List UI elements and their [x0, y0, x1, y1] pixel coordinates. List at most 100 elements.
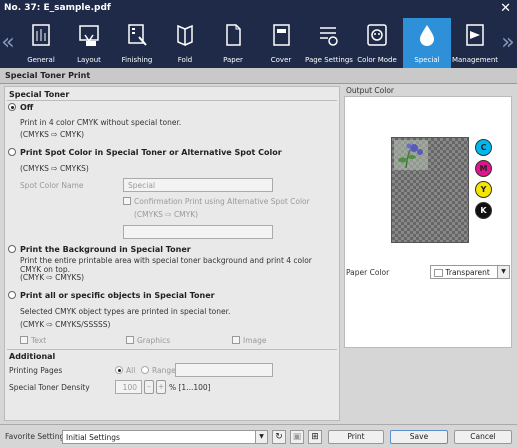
paper-color-select[interactable]: Transparent ▼: [430, 265, 510, 279]
off-label: Off: [20, 103, 34, 112]
tab-page-settings[interactable]: Page Settings: [305, 18, 353, 68]
fold-icon: [177, 24, 193, 47]
tab-label: Page Settings: [305, 56, 353, 64]
tab-label: Paper: [223, 56, 243, 64]
output-preview: C M Y K: [344, 96, 512, 348]
off-description: Print in 4 color CMYK without special to…: [20, 118, 182, 127]
chevron-down-icon: ▼: [497, 266, 509, 278]
text-checkbox[interactable]: [20, 336, 28, 344]
special-toner-heading: Special Toner: [9, 90, 70, 99]
manage-favorites-icon[interactable]: ⊞: [308, 430, 322, 444]
tab-label: Cover: [270, 56, 292, 64]
additional-heading: Additional: [9, 352, 56, 361]
tab-label: Management: [451, 56, 499, 64]
text-checkbox-label: Text: [31, 336, 47, 345]
tab-general[interactable]: General: [17, 18, 65, 68]
image-checkbox[interactable]: [232, 336, 240, 344]
favorite-setting-select[interactable]: Initial Settings ▼: [62, 430, 268, 444]
tab-label: Special: [414, 56, 440, 64]
spot-color-name-label: Spot Color Name: [20, 181, 84, 190]
paper-preview: [391, 137, 469, 243]
window-title: No. 37: E_sample.pdf: [4, 3, 111, 13]
tab-cover[interactable]: Cover: [257, 18, 305, 68]
density-field[interactable]: 100: [115, 380, 142, 394]
objects-conversion: (CMYK ⇨ CMYKS/SSSSS): [20, 320, 111, 329]
management-icon: [466, 24, 484, 46]
confirmation-print-label: Confirmation Print using Alternative Spo…: [134, 197, 310, 206]
scroll-right-icon[interactable]: »: [500, 28, 516, 58]
tab-label: Layout: [77, 56, 101, 64]
graphics-checkbox[interactable]: [126, 336, 134, 344]
tab-label: Fold: [177, 56, 193, 64]
background-radio[interactable]: [8, 245, 16, 253]
flower-image: [394, 140, 428, 170]
density-minus-button[interactable]: –: [144, 380, 154, 394]
tab-fold[interactable]: Fold: [161, 18, 209, 68]
paper-color-label: Paper Color: [346, 268, 390, 277]
yellow-swatch: Y: [475, 181, 492, 198]
tab-label: Finishing: [121, 56, 153, 64]
spot-color-name-field[interactable]: Special: [123, 178, 273, 192]
save-button[interactable]: Save: [390, 430, 448, 444]
all-pages-radio[interactable]: [115, 366, 123, 374]
confirmation-print-checkbox[interactable]: [123, 197, 131, 205]
layout-icon: [79, 25, 99, 46]
magenta-swatch: M: [475, 160, 492, 177]
range-label: Range: [152, 366, 176, 375]
close-icon[interactable]: ✕: [500, 1, 511, 16]
output-preview-panel: Output Color C M Y K Paper Color Transpa…: [344, 86, 514, 421]
scroll-left-icon[interactable]: «: [0, 28, 16, 58]
tab-finishing[interactable]: Finishing: [113, 18, 161, 68]
page-settings-icon: [320, 27, 338, 46]
special-toner-panel: Special Toner Off Print in 4 color CMYK …: [4, 86, 340, 421]
chevron-down-icon: ▼: [255, 431, 267, 443]
spot-conversion: (CMYKS ⇨ CMYKS): [20, 164, 89, 173]
special-drop-icon: [420, 25, 434, 46]
objects-description: Selected CMYK object types are printed i…: [20, 307, 231, 316]
background-conversion: (CMYK ⇨ CMYKS): [20, 273, 85, 282]
alternative-spot-color-field[interactable]: [123, 225, 273, 239]
cover-icon: [273, 24, 290, 46]
divider: [7, 349, 337, 350]
paper-color-value: Transparent: [445, 268, 490, 277]
print-button[interactable]: Print: [328, 430, 384, 444]
save-favorite-icon[interactable]: ▣: [290, 430, 304, 444]
page-range-field[interactable]: [175, 363, 273, 377]
tab-management[interactable]: Management: [451, 18, 499, 68]
bottom-bar: Favorite Setting Initial Settings ▼ ↻ ▣ …: [0, 424, 517, 448]
output-color-label: Output Color: [346, 86, 395, 95]
favorite-setting-value: Initial Settings: [66, 433, 120, 442]
range-radio[interactable]: [141, 366, 149, 374]
confirmation-conversion: (CMYKS ⇨ CMYK): [134, 210, 199, 219]
image-checkbox-label: Image: [243, 336, 267, 345]
paper-icon: [226, 24, 241, 46]
spot-color-radio[interactable]: [8, 148, 16, 156]
tab-layout[interactable]: Layout: [65, 18, 113, 68]
tab-special[interactable]: Special: [403, 18, 451, 68]
tab-color-mode[interactable]: Color Mode: [353, 18, 401, 68]
density-plus-button[interactable]: +: [156, 380, 166, 394]
color-mode-icon: [367, 24, 387, 46]
black-swatch: K: [475, 202, 492, 219]
off-conversion: (CMYKS ⇨ CMYK): [20, 130, 85, 139]
objects-radio[interactable]: [8, 291, 16, 299]
refresh-icon[interactable]: ↻: [272, 430, 286, 444]
density-range-label: % [1...100]: [169, 383, 211, 392]
all-pages-label: All: [126, 366, 136, 375]
tab-paper[interactable]: Paper: [209, 18, 257, 68]
cyan-swatch: C: [475, 139, 492, 156]
density-label: Special Toner Density: [9, 383, 90, 392]
graphics-checkbox-label: Graphics: [137, 336, 171, 345]
cancel-button[interactable]: Cancel: [454, 430, 512, 444]
finishing-icon: [128, 24, 147, 46]
tab-label: General: [27, 56, 55, 64]
general-icon: [32, 24, 50, 46]
panel-title: Special Toner Print: [0, 68, 517, 84]
background-label: Print the Background in Special Toner: [20, 245, 191, 254]
title-bar: No. 37: E_sample.pdf ✕: [0, 0, 517, 18]
objects-label: Print all or specific objects in Special…: [20, 291, 215, 300]
tab-bar: « General Layout Finishing Fold Paper Co…: [0, 18, 517, 68]
off-radio[interactable]: [8, 103, 16, 111]
favorite-setting-label: Favorite Setting: [5, 432, 65, 441]
tab-label: Color Mode: [357, 56, 397, 64]
